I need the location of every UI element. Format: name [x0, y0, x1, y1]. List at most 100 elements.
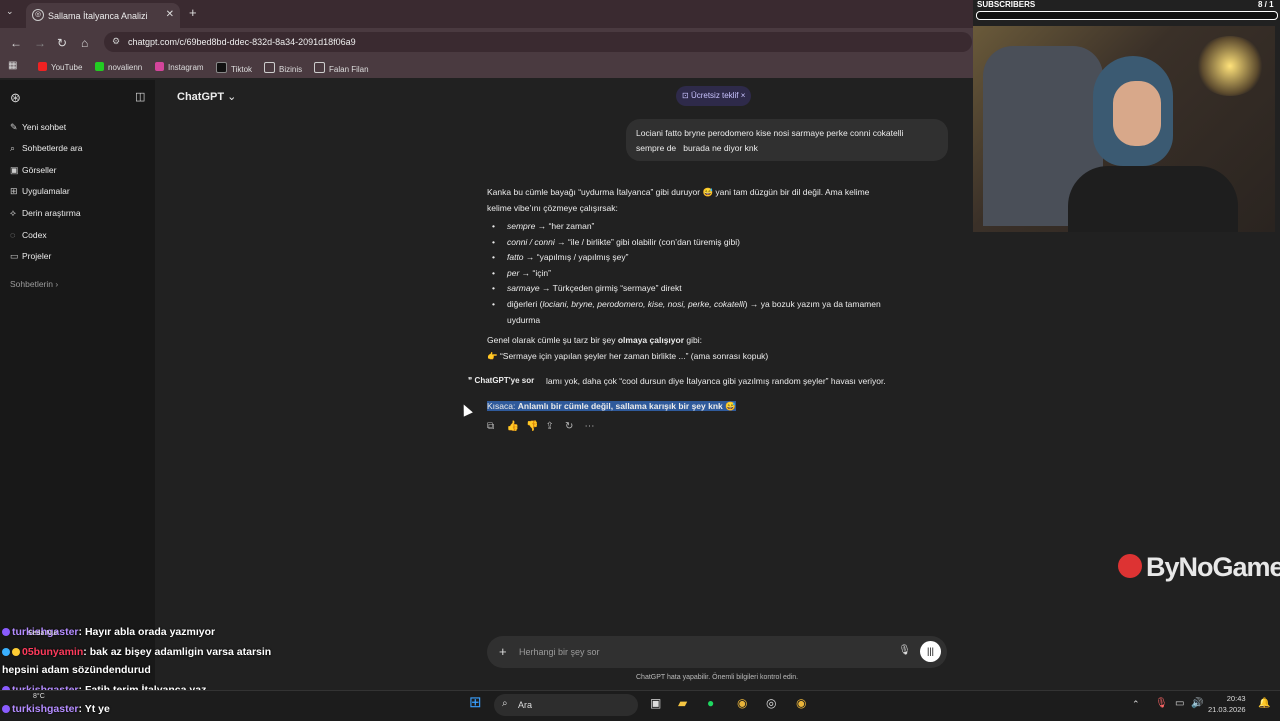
sidebar-item-apps[interactable]: ⊞ Uygulamalar [10, 186, 70, 197]
folder-icon: ▭ [10, 251, 19, 261]
sidebar-item-codex[interactable]: ◌ Codex [10, 230, 47, 240]
chat-username: turkishgaster [12, 703, 79, 715]
network-icon[interactable]: ▭ [1175, 698, 1184, 709]
chat-text: : Yt ye [78, 703, 110, 715]
openai-logo-icon[interactable]: ⊛ [10, 90, 21, 106]
streamer-face [1113, 81, 1161, 146]
badge-icon [12, 648, 20, 656]
site-info-icon[interactable]: ⚙ [112, 36, 120, 47]
microphone-icon[interactable]: 🎙 [898, 645, 911, 656]
term-meaning: → “için” [519, 268, 551, 278]
add-attachment-icon[interactable]: + [499, 644, 507, 659]
taskbar-clock[interactable]: 20:43 21.03.2026 [1208, 693, 1246, 715]
chrome-icon[interactable]: ◉ [737, 696, 747, 710]
brand-watermark: ByNoGame [1146, 552, 1280, 582]
sidebar-item-label: Sohbetlerde ara [22, 143, 83, 153]
sidebar-item-label: Uygulamalar [22, 186, 70, 196]
chat-username: 05bunyamin [22, 646, 84, 658]
composer-placeholder[interactable]: Herhangi bir şey sor [519, 647, 600, 657]
voice-mode-button[interactable]: ||| [920, 641, 941, 662]
sidebar-section-chats[interactable]: Sohbetlerin › [10, 279, 58, 289]
overlay-name: Seda Nur [28, 630, 58, 637]
chevron-right-icon: › [55, 279, 59, 289]
back-arrow-icon[interactable]: ← [10, 36, 22, 50]
kick-icon [95, 62, 104, 71]
summary-text: Anlamlı bir cümle değil, sallama karışık… [517, 401, 723, 411]
model-selector[interactable]: ChatGPT ⌄ [177, 90, 236, 103]
sidebar-item-deep-research[interactable]: ⟡ Derin araştırma [10, 208, 81, 219]
subscribers-progress-bar [976, 11, 1278, 20]
search-icon: ⌕ [10, 143, 16, 153]
new-tab-button[interactable]: + [189, 5, 197, 20]
gift-icon: ⊡ [682, 91, 689, 100]
chevron-down-icon: ⌄ [227, 91, 237, 103]
badge-icon [2, 705, 10, 713]
share-icon[interactable]: ⇪ [546, 421, 566, 432]
sidebar-item-images[interactable]: ▣ Görseller [10, 165, 56, 176]
volume-icon[interactable]: 🔊 [1191, 698, 1203, 709]
chrome-active-icon[interactable]: ◉ [796, 696, 806, 710]
windows-start-icon[interactable]: ⊞ [469, 693, 482, 711]
text: Genel olarak cümle şu tarz bir şey [487, 335, 618, 345]
ask-chatgpt-tooltip[interactable]: ❞ ChatGPT'ye sor [466, 375, 537, 386]
bookmark-label: Bizinis [279, 65, 303, 74]
copy-icon[interactable]: ⧉ [487, 421, 507, 432]
clock-time: 20:43 [1226, 694, 1246, 703]
quote-icon: ❞ [468, 376, 473, 385]
bookmark-instagram[interactable]: Instagram [155, 62, 204, 72]
bookmark-youtube[interactable]: YouTube [38, 62, 82, 72]
sidebar-item-projects[interactable]: ▭ Projeler [10, 251, 51, 262]
subscribers-count: 8 / 1 [1258, 0, 1274, 9]
sidebar-item-new-chat[interactable]: ✎ Yeni sohbet [10, 122, 66, 133]
bookmark-folder-bizinis[interactable]: Bizinis [264, 62, 302, 74]
home-icon[interactable]: ⌂ [81, 36, 88, 50]
bold-text: olmaya çalışıyor [617, 335, 685, 345]
reload-icon[interactable]: ↻ [57, 36, 67, 50]
sidebar-toggle-icon[interactable]: ◫ [135, 90, 145, 103]
chevron-up-icon[interactable]: ⌃ [1132, 699, 1140, 710]
message-composer[interactable]: + Herhangi bir şey sor 🎙 ||| [487, 636, 947, 668]
tab-search-icon[interactable]: ⌄ [6, 6, 14, 17]
close-tab-icon[interactable]: ✕ [166, 9, 174, 20]
address-bar[interactable]: ⚙ chatgpt.com/c/69bed8bd-ddec-832d-8a34-… [104, 32, 972, 52]
badge-icon [2, 628, 10, 636]
browser-tab[interactable]: ◎ Sallama İtalyanca Analizi ✕ [26, 3, 180, 28]
weather-widget[interactable]: 8°C [33, 693, 45, 700]
obs-icon[interactable]: ◎ [766, 696, 776, 710]
sidebar-item-label: Yeni sohbet [22, 122, 67, 132]
term-meaning: → “her zaman” [535, 221, 595, 231]
close-icon[interactable]: × [741, 91, 746, 100]
thumbs-down-icon[interactable]: 👎 [526, 421, 546, 432]
windows-taskbar [0, 690, 1280, 721]
thumbs-up-icon[interactable]: 👍 [507, 421, 527, 432]
notification-icon[interactable]: 🔔 [1258, 698, 1270, 709]
user-message: Lociani fatto bryne perodomero kise nosi… [626, 119, 948, 161]
spotify-icon[interactable]: ● [707, 696, 714, 710]
bookmark-label: Instagram [168, 63, 204, 72]
chat-text: : bak az bişey adamligin varsa atarsin [83, 646, 272, 658]
forward-arrow-icon[interactable]: → [34, 36, 46, 50]
free-offer-badge[interactable]: ⊡ Ücretsiz teklif × [676, 86, 752, 106]
sidebar-item-search[interactable]: ⌕ Sohbetlerde ara [10, 143, 83, 154]
file-explorer-icon[interactable]: ▰ [678, 696, 687, 710]
chat-message: 05bunyamin: bak az bişey adamligin varsa… [2, 646, 271, 658]
microphone-icon[interactable]: 🎙 [1155, 698, 1168, 709]
more-icon[interactable]: ⋯ [585, 421, 605, 432]
regenerate-icon[interactable]: ↻ [565, 421, 585, 432]
streamer-body [1068, 166, 1238, 232]
folder-icon [264, 62, 275, 73]
term: per [507, 268, 520, 278]
bookmark-tiktok[interactable]: Tiktok [216, 62, 252, 74]
fairy-lights [1195, 36, 1265, 96]
task-view-icon[interactable]: ▣ [650, 696, 661, 710]
summary-label: Kısaca: [487, 401, 516, 411]
bookmark-novalienn[interactable]: novalienn [95, 62, 142, 72]
tooltip-label: ChatGPT'ye sor [474, 376, 535, 385]
sidebar-item-label: Görseller [22, 165, 57, 175]
taskbar-search[interactable]: ⌕ Ara [494, 694, 638, 716]
youtube-icon [38, 62, 47, 71]
bookmark-folder-falan-filan[interactable]: Falan Filan [314, 62, 369, 74]
apps-grid-icon[interactable]: ▦ [8, 60, 17, 71]
bookmarks-bar [0, 56, 975, 78]
user-message-line: sempre de burada ne diyor knk [636, 143, 758, 153]
